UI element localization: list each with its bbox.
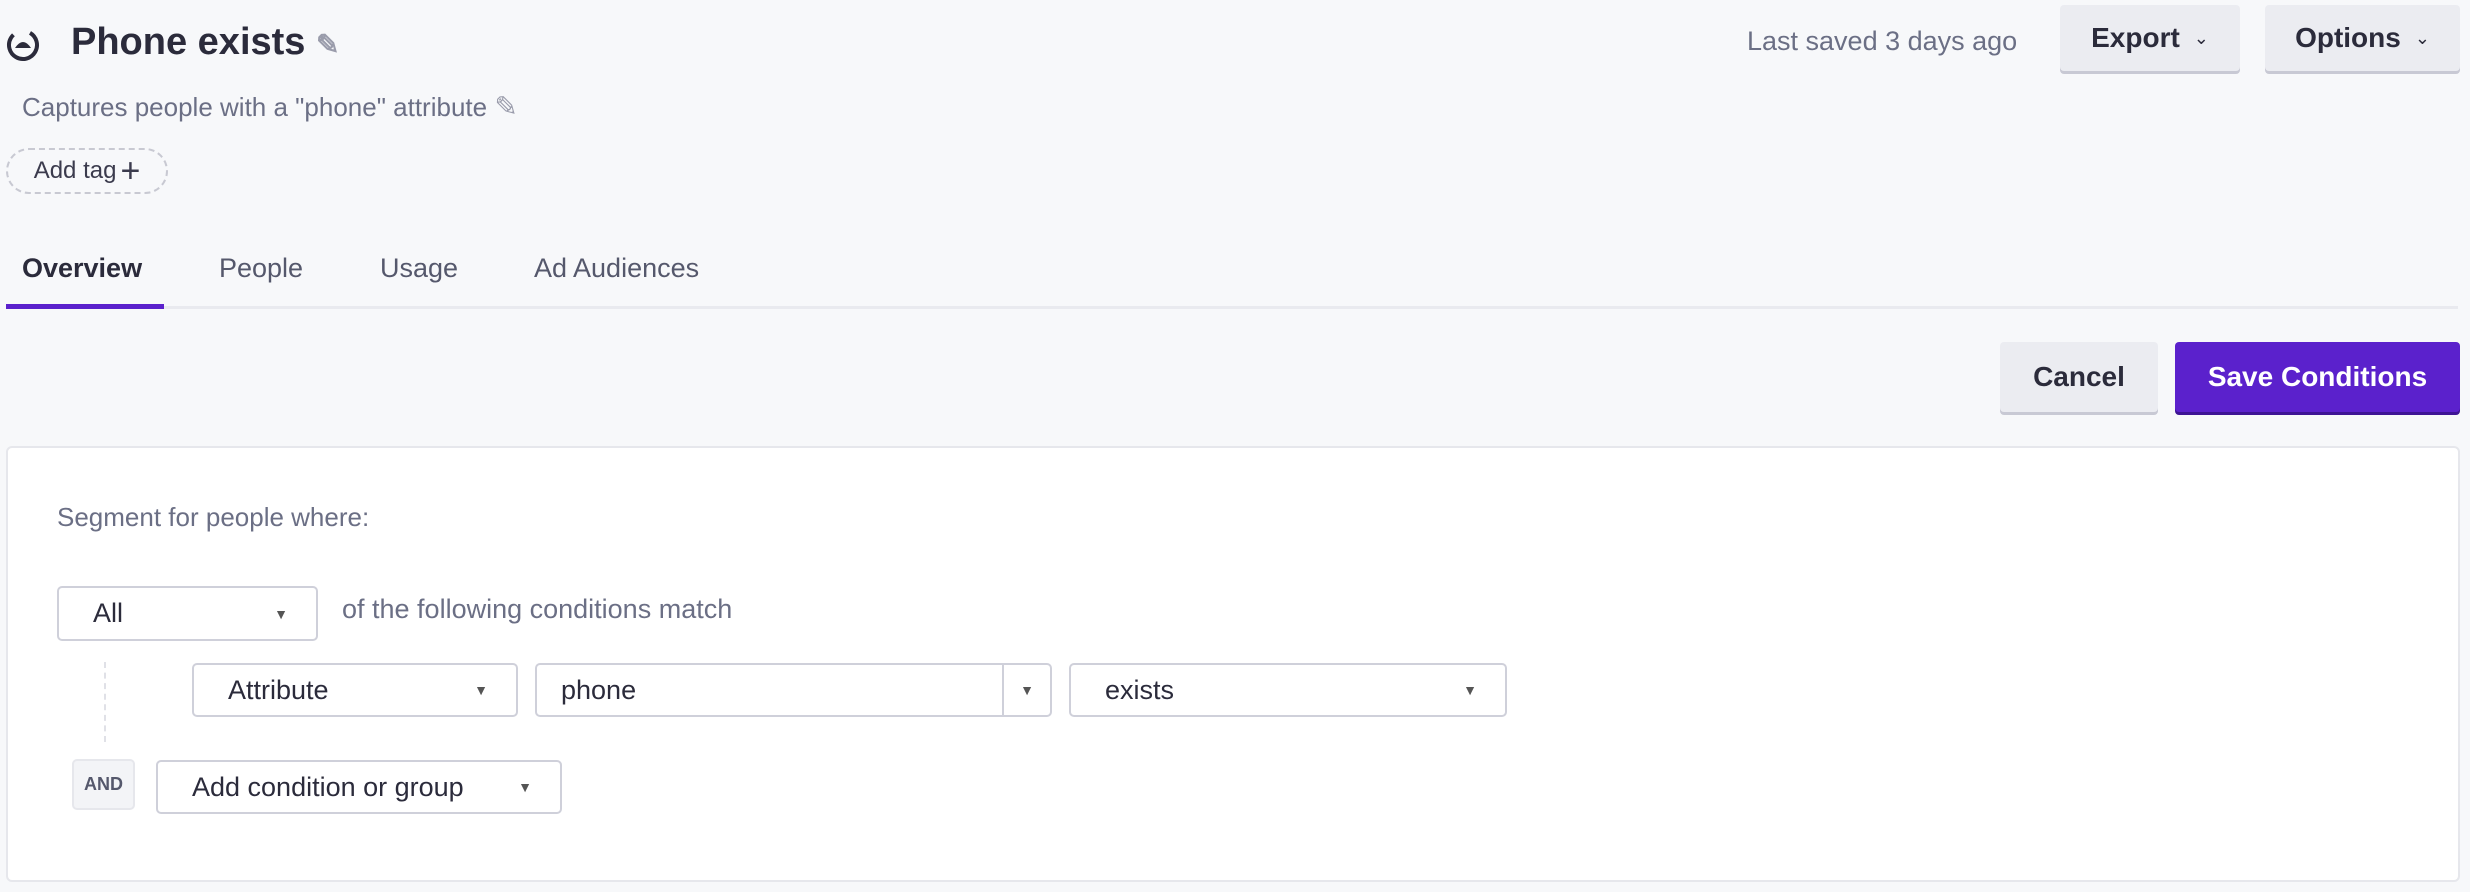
add-condition-select[interactable]: Add condition or group ▼ <box>156 760 562 814</box>
export-label: Export <box>2091 22 2180 53</box>
options-button[interactable]: Options ⌄ <box>2265 5 2460 71</box>
chevron-down-icon: ⌄ <box>2414 27 2430 48</box>
caret-down-icon: ▼ <box>1463 682 1477 698</box>
caret-down-icon: ▼ <box>274 605 288 622</box>
attribute-value: phone <box>561 674 637 705</box>
caret-down-icon[interactable]: ▼ <box>1020 682 1034 698</box>
tab-ad-audiences[interactable]: Ad Audiences <box>534 248 699 288</box>
add-tag-button[interactable]: Add tag + <box>6 148 168 194</box>
add-condition-label: Add condition or group <box>192 771 464 802</box>
last-saved-status: Last saved 3 days ago <box>1747 26 2018 56</box>
cancel-button[interactable]: Cancel <box>2000 342 2158 412</box>
options-label: Options <box>2295 22 2401 53</box>
operator-select[interactable]: exists ▼ <box>1069 663 1507 717</box>
page-description: Captures people with a "phone" attribute… <box>22 89 518 125</box>
tab-overview[interactable]: Overview <box>22 248 142 288</box>
caret-down-icon: ▼ <box>518 779 532 795</box>
title-text: Phone exists <box>71 21 306 63</box>
plus-icon: + <box>120 152 141 190</box>
tree-connector <box>104 662 106 742</box>
match-select[interactable]: All ▼ <box>57 586 318 641</box>
operator-value: exists <box>1105 674 1175 705</box>
tab-people[interactable]: People <box>219 248 303 288</box>
page-title: Phone exists ✎ <box>71 16 339 71</box>
combobox-divider <box>1002 665 1004 715</box>
chevron-down-icon: ⌄ <box>2193 27 2209 48</box>
match-value: All <box>93 598 124 628</box>
match-text: of the following conditions match <box>342 594 733 624</box>
attribute-combobox[interactable]: phone ▼ <box>535 663 1052 717</box>
active-tab-indicator <box>6 304 164 309</box>
segment-intro: Segment for people where: <box>57 502 370 532</box>
save-conditions-button[interactable]: Save Conditions <box>2175 342 2460 412</box>
edit-title-pencil-icon[interactable]: ✎ <box>316 29 339 60</box>
export-button[interactable]: Export ⌄ <box>2060 5 2240 71</box>
and-badge: AND <box>72 759 135 810</box>
condition-type-value: Attribute <box>228 674 329 705</box>
add-tag-label: Add tag <box>33 157 117 184</box>
segment-icon <box>7 29 39 61</box>
condition-type-select[interactable]: Attribute ▼ <box>192 663 518 717</box>
description-text: Captures people with a "phone" attribute <box>22 92 488 122</box>
tabs-divider <box>6 306 2458 309</box>
tab-usage[interactable]: Usage <box>380 248 458 288</box>
edit-description-pencil-icon[interactable]: ✎ <box>494 91 517 122</box>
caret-down-icon: ▼ <box>474 682 488 698</box>
